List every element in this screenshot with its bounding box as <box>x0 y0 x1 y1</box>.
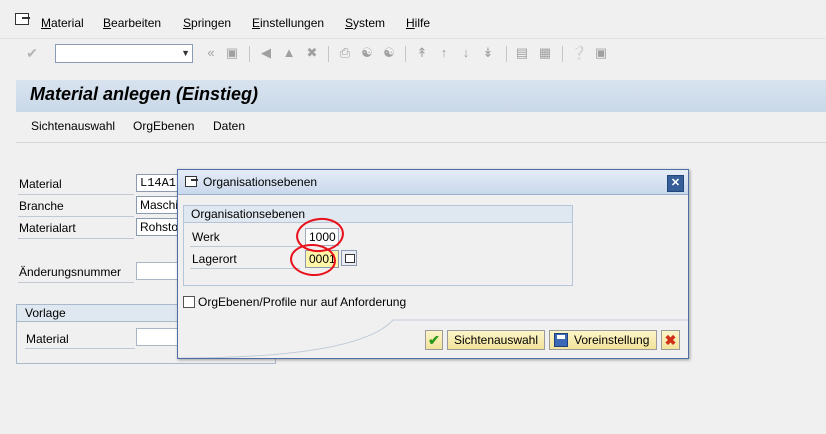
save-icon[interactable]: ▣ <box>224 45 240 61</box>
exit-icon[interactable]: ▲ <box>281 45 297 61</box>
branche-label: Branche <box>19 199 64 213</box>
shortcut-icon[interactable]: ▦ <box>537 45 553 61</box>
value-help-icon[interactable] <box>341 250 357 266</box>
sichtenauswahl-dialog-button[interactable]: Sichtenauswahl <box>447 330 545 350</box>
dialog-icon <box>185 176 198 187</box>
voreinstellung-label: Voreinstellung <box>574 333 650 347</box>
orgebenen-checkbox[interactable] <box>183 296 195 308</box>
aenderungsnummer-label: Änderungsnummer <box>19 265 122 279</box>
last-page-icon[interactable]: ↡ <box>480 45 496 61</box>
daten-button[interactable]: Daten <box>213 119 245 133</box>
org-levels-group: Organisationsebenen Werk 1000 Lagerort 0… <box>183 205 573 286</box>
first-page-icon[interactable]: ↟ <box>414 45 430 61</box>
find-next-icon[interactable]: ☯ <box>381 45 397 61</box>
print-icon[interactable]: ⎙ <box>337 45 353 61</box>
menu-icon[interactable] <box>15 13 30 25</box>
vorlage-title: Vorlage <box>25 306 66 320</box>
org-levels-dialog: Organisationsebenen ✕ Organisationsebene… <box>177 169 689 359</box>
menu-system[interactable]: System <box>345 16 385 30</box>
find-icon[interactable]: ☯ <box>359 45 375 61</box>
cancel-icon[interactable]: ✖ <box>304 45 320 61</box>
next-page-icon[interactable]: ↓ <box>458 45 474 61</box>
werk-label: Werk <box>192 230 220 244</box>
page-title: Material anlegen (Einstieg) <box>30 84 259 104</box>
group-title: Organisationsebenen <box>191 207 306 221</box>
check-icon[interactable]: ✔ <box>24 45 40 61</box>
menu-bar: Material Bearbeiten Springen Einstellung… <box>0 0 826 38</box>
material-label: Material <box>19 177 62 191</box>
back-nav-icon[interactable]: ◀ <box>258 45 274 61</box>
menu-einstellungen[interactable]: Einstellungen <box>252 16 324 30</box>
orgebenen-button[interactable]: OrgEbenen <box>133 119 194 133</box>
dialog-title: Organisationsebenen <box>203 175 318 189</box>
application-toolbar: Sichtenauswahl OrgEbenen Daten <box>16 112 826 143</box>
title-bar: Material anlegen (Einstieg) <box>16 80 826 113</box>
menu-bearbeiten[interactable]: Bearbeiten <box>103 16 161 30</box>
lagerort-label: Lagerort <box>192 252 237 266</box>
ok-check-icon[interactable]: ✔ <box>425 330 443 350</box>
menu-hilfe[interactable]: Hilfe <box>406 16 430 30</box>
cancel-icon[interactable]: ✖ <box>661 330 680 350</box>
save-icon <box>554 333 568 347</box>
prev-page-icon[interactable]: ↑ <box>436 45 452 61</box>
close-icon[interactable]: ✕ <box>667 175 684 192</box>
sichtenauswahl-button[interactable]: Sichtenauswahl <box>31 119 115 133</box>
materialart-label: Materialart <box>19 221 76 235</box>
dialog-title-bar[interactable]: Organisationsebenen ✕ <box>178 170 688 195</box>
back-icon[interactable]: « <box>203 45 219 61</box>
layout-icon[interactable]: ▣ <box>593 45 609 61</box>
vorlage-material-label: Material <box>26 332 69 346</box>
menu-springen[interactable]: Springen <box>183 16 231 30</box>
voreinstellung-button[interactable]: Voreinstellung <box>549 330 657 350</box>
menu-material[interactable]: Material <box>41 16 84 30</box>
checkbox-label: OrgEbenen/Profile nur auf Anforderung <box>198 295 407 309</box>
toolbar: ✔ ▼ « ▣ ◀ ▲ ✖ ⎙ ☯ ☯ ↟ ↑ ↓ ↡ ▤ ▦ ❔ ▣ <box>0 38 826 70</box>
chevron-down-icon[interactable]: ▼ <box>181 48 190 58</box>
help-icon[interactable]: ❔ <box>571 45 587 61</box>
command-field[interactable]: ▼ <box>55 44 193 63</box>
new-session-icon[interactable]: ▤ <box>514 45 530 61</box>
